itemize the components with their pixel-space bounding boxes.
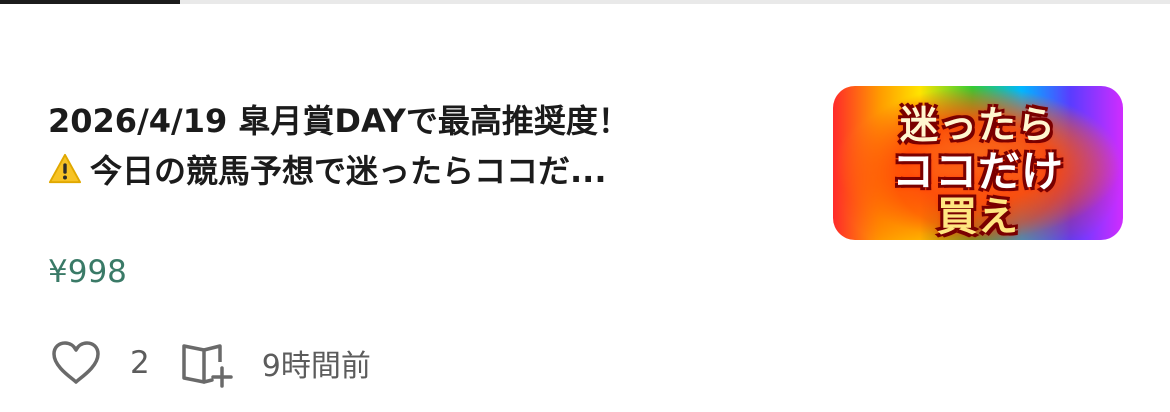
article-title-line1: 2026/4/19 皐月賞DAYで最高推奨度！ [48,102,630,140]
article-footer: 2 9時間前 [48,338,371,388]
like-count: 2 [130,345,150,381]
posted-time: 9時間前 [261,349,371,384]
like-button[interactable]: 2 [48,338,150,388]
heart-outline-icon [52,341,100,384]
article-title-line2: 今日の競馬予想で迷ったらココだ... [90,152,607,190]
article-card[interactable]: 2026/4/19 皐月賞DAYで最高推奨度！ 今日の競馬予想で迷ったらココだ.… [0,4,1170,412]
article-title[interactable]: 2026/4/19 皐月賞DAYで最高推奨度！ 今日の競馬予想で迷ったらココだ.… [48,96,808,196]
warning-icon [48,153,82,184]
article-title-line2-wrap: 今日の競馬予想で迷ったらココだ... [48,146,808,196]
article-price: ¥998 [48,254,127,290]
article-thumbnail[interactable]: 迷ったら ココだけ 買え [833,86,1123,240]
thumbnail-text-line3: 買え [937,194,1019,240]
magazine-add-icon[interactable] [180,338,236,388]
